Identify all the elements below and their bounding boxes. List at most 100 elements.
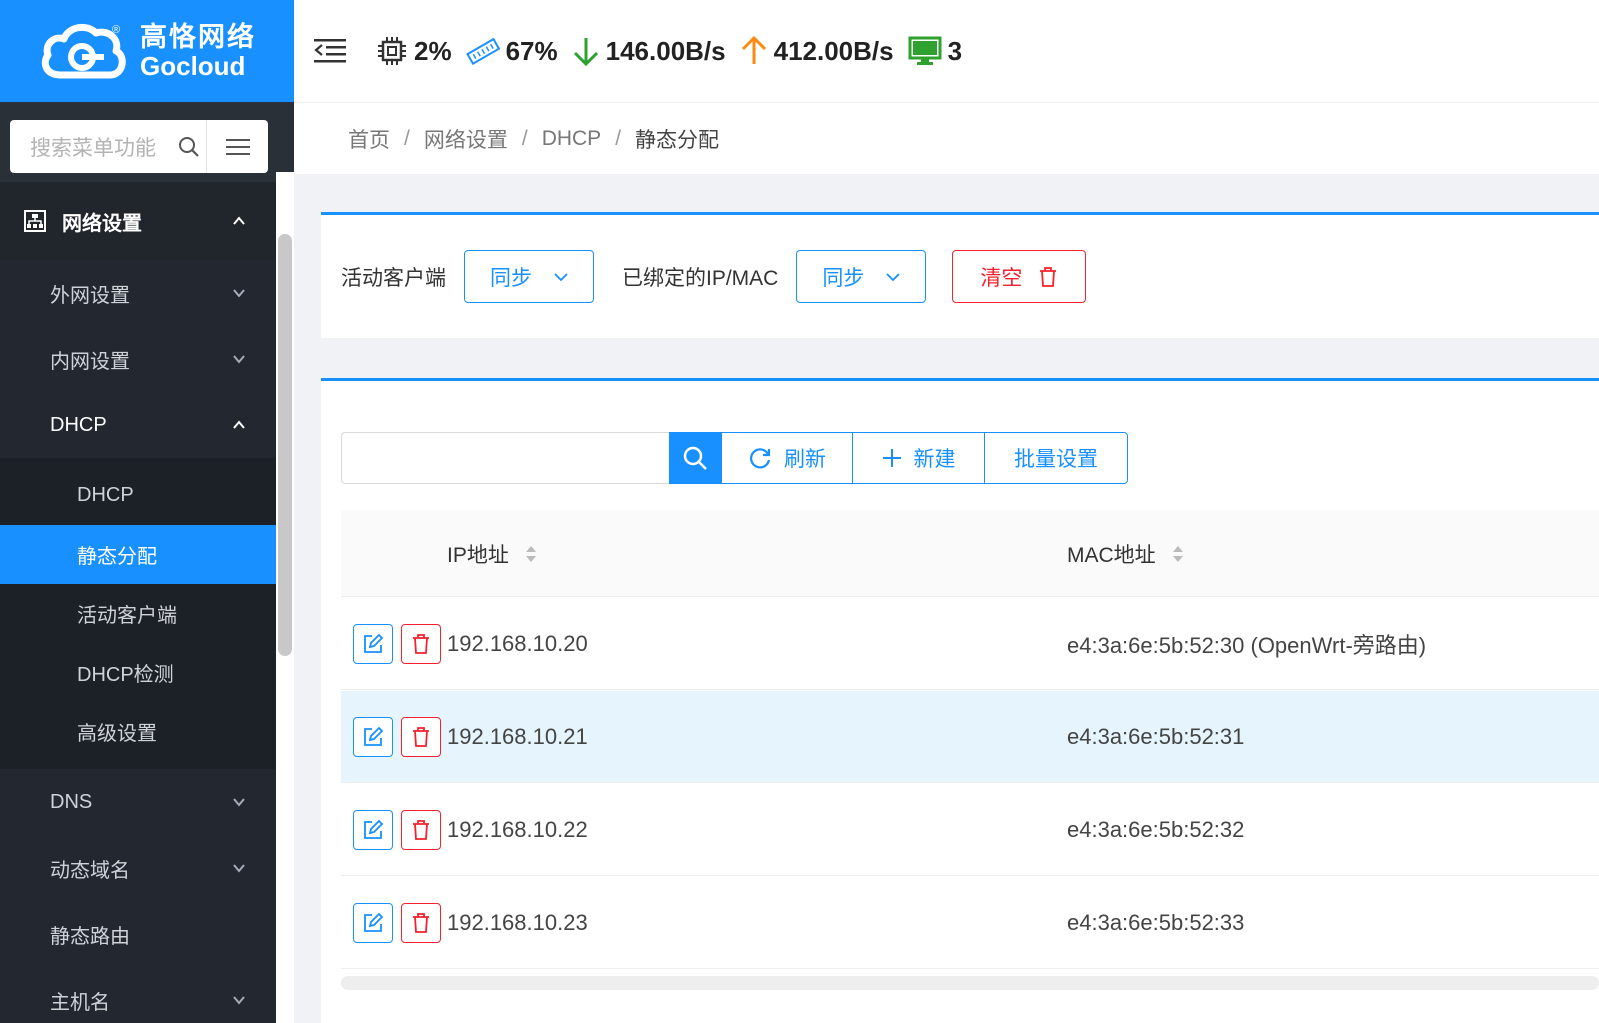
- chevron-down-icon: [233, 289, 245, 298]
- trash-icon: [413, 820, 429, 840]
- brand-text: 高恪网络 Gocloud: [140, 21, 256, 81]
- chevron-down-icon: [554, 272, 568, 281]
- active-clients-label: 活动客户端: [341, 266, 446, 290]
- upload-stat: 412.00B/s: [740, 36, 894, 67]
- batch-settings-button[interactable]: 批量设置: [985, 432, 1128, 484]
- side-nav: 网络设置 外网设置 内网设置 DHCP DHCP 静态分配 活动客户端 DHCP…: [0, 182, 276, 1023]
- breadcrumb-network[interactable]: 网络设置: [424, 124, 508, 154]
- breadcrumb-home[interactable]: 首页: [348, 124, 390, 154]
- table-search-button[interactable]: [669, 432, 721, 484]
- nav-leaf-active-clients[interactable]: 活动客户端: [0, 584, 276, 643]
- nav-leaf-dhcp[interactable]: DHCP: [0, 466, 276, 525]
- breadcrumb: 首页 / 网络设置 / DHCP / 静态分配: [294, 102, 1599, 174]
- mac-cell: e4:3a:6e:5b:52:31: [1067, 724, 1245, 749]
- delete-button[interactable]: [401, 810, 441, 850]
- nav-group-network[interactable]: 网络设置: [0, 182, 276, 260]
- download-stat: 146.00B/s: [572, 36, 726, 67]
- breadcrumb-dhcp[interactable]: DHCP: [542, 127, 602, 151]
- table-search-input[interactable]: [341, 432, 669, 484]
- brand-name-cn: 高恪网络: [140, 21, 256, 52]
- sidebar-scrollbar-thumb[interactable]: [278, 234, 292, 656]
- delete-button[interactable]: [401, 903, 441, 943]
- arrow-up-icon: [741, 36, 766, 64]
- sync-bound-label: 同步: [822, 266, 865, 290]
- trash-icon: [413, 634, 429, 654]
- clear-button[interactable]: 清空: [952, 250, 1087, 303]
- nav-item-dns[interactable]: DNS: [0, 769, 276, 835]
- table-row: 192.168.10.21 e4:3a:6e:5b:52:31: [341, 691, 1599, 783]
- sort-icon[interactable]: [1172, 543, 1184, 565]
- sync-active-dropdown[interactable]: 同步: [464, 250, 594, 303]
- sidebar: ® 高恪网络 Gocloud 搜索菜单功能 网络设置 外网设置 内网设置 DHC…: [0, 0, 294, 1023]
- sync-active-label: 同步: [490, 266, 532, 290]
- cpu-stat: 2%: [376, 35, 452, 67]
- nav-item-lan[interactable]: 内网设置: [0, 326, 276, 392]
- brand-name-en: Gocloud: [140, 50, 246, 81]
- menu-search[interactable]: 搜索菜单功能: [10, 120, 268, 173]
- new-button[interactable]: 新建: [853, 432, 985, 484]
- search-icon: [683, 446, 707, 470]
- breadcrumb-separator: /: [521, 126, 528, 150]
- new-label: 新建: [913, 448, 956, 471]
- plus-icon: [882, 449, 901, 467]
- batch-settings-label: 批量设置: [1014, 448, 1098, 471]
- nav-leaf-advanced[interactable]: 高级设置: [0, 702, 276, 761]
- column-header-mac[interactable]: MAC地址: [1067, 510, 1184, 597]
- edit-icon: [364, 912, 384, 932]
- nav-item-ddns[interactable]: 动态域名: [0, 835, 276, 901]
- menu-toggle-button[interactable]: [206, 120, 268, 173]
- delete-button[interactable]: [401, 717, 441, 757]
- edit-icon: [364, 726, 384, 746]
- ip-cell: 192.168.10.22: [447, 817, 588, 842]
- static-lease-card: 刷新 新建 批量设置 IP地址 MAC地址 192.168.10.20 e4:3…: [321, 378, 1599, 1023]
- registered-mark: ®: [112, 24, 121, 36]
- column-header-ip[interactable]: IP地址: [447, 510, 537, 597]
- nav-item-label: 主机名: [50, 991, 110, 1014]
- ip-cell: 192.168.10.21: [447, 724, 588, 749]
- edit-button[interactable]: [353, 717, 393, 757]
- menu-search-input[interactable]: 搜索菜单功能: [10, 132, 172, 162]
- nav-leaf-dhcp-detect[interactable]: DHCP检测: [0, 643, 276, 702]
- download-value: 146.00B/s: [605, 35, 726, 66]
- trash-icon: [1040, 266, 1057, 287]
- nav-item-wan[interactable]: 外网设置: [0, 260, 276, 326]
- refresh-button[interactable]: 刷新: [721, 432, 853, 484]
- sort-icon[interactable]: [525, 543, 537, 565]
- network-icon: [24, 210, 46, 232]
- breadcrumb-separator: /: [615, 126, 622, 150]
- hamburger-icon: [225, 138, 250, 155]
- top-bar: 2% 67% 146.00B/s 412.00B/s 3: [294, 0, 1599, 102]
- edit-button[interactable]: [353, 624, 393, 664]
- ip-cell: 192.168.10.20: [447, 631, 588, 656]
- nav-item-label: 外网设置: [50, 284, 130, 307]
- nav-item-static-route[interactable]: 静态路由: [0, 901, 276, 967]
- search-icon[interactable]: [172, 136, 206, 158]
- row-actions: [353, 784, 441, 876]
- brand-logo[interactable]: ® 高恪网络 Gocloud: [0, 0, 294, 102]
- nav-item-hostname[interactable]: 主机名: [0, 967, 276, 1023]
- cpu-icon: [378, 37, 406, 65]
- edit-button[interactable]: [353, 810, 393, 850]
- breadcrumb-separator: /: [404, 126, 410, 150]
- chevron-down-icon: [233, 996, 245, 1005]
- edit-icon: [364, 633, 384, 653]
- refresh-label: 刷新: [784, 448, 826, 471]
- table-horizontal-scrollbar[interactable]: [341, 976, 1599, 990]
- nav-item-dhcp[interactable]: DHCP: [0, 392, 276, 458]
- sync-bound-dropdown[interactable]: 同步: [796, 250, 927, 303]
- nav-group-label: 网络设置: [62, 212, 142, 235]
- bound-ipmac-label: 已绑定的IP/MAC: [622, 266, 779, 290]
- refresh-icon: [750, 448, 771, 469]
- trash-icon: [413, 727, 429, 747]
- dhcp-submenu: DHCP 静态分配 活动客户端 DHCP检测 高级设置: [0, 458, 276, 769]
- collapse-menu-icon[interactable]: [314, 38, 346, 64]
- edit-button[interactable]: [353, 903, 393, 943]
- sync-card: 活动客户端 同步 已绑定的IP/MAC 同步 清空: [321, 212, 1599, 338]
- nav-leaf-static[interactable]: 静态分配: [0, 525, 276, 584]
- memory-stat: 67%: [465, 36, 558, 67]
- row-actions: [353, 598, 441, 690]
- chevron-up-icon: [233, 420, 245, 429]
- delete-button[interactable]: [401, 624, 441, 664]
- mac-cell: e4:3a:6e:5b:52:32: [1067, 817, 1245, 842]
- breadcrumb-current: 静态分配: [635, 128, 720, 152]
